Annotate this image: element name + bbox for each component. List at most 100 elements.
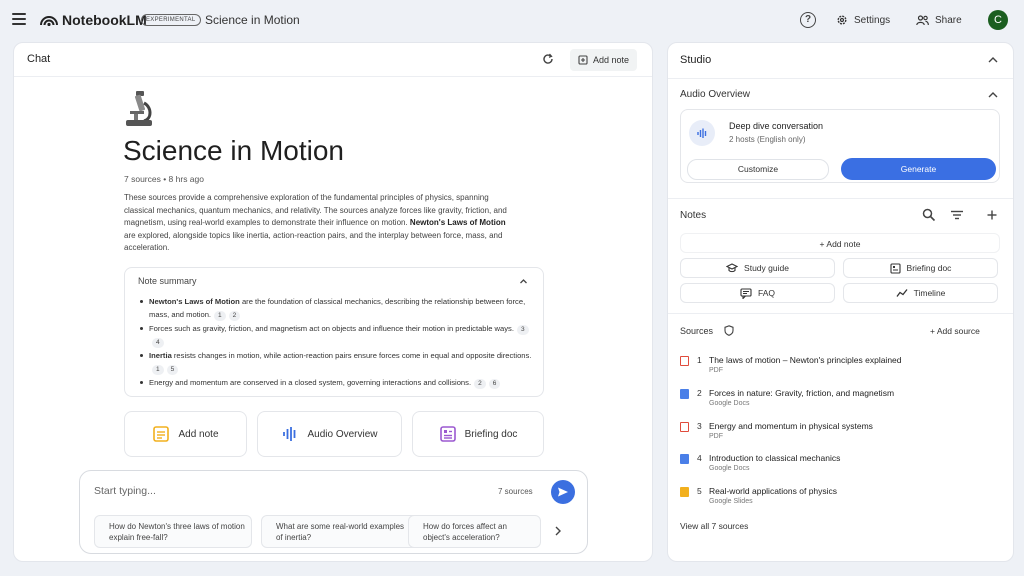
chevron-up-icon[interactable]: [519, 277, 528, 286]
audio-wave-icon: [283, 427, 296, 441]
gear-icon: [837, 15, 847, 25]
chevron-up-icon[interactable]: [988, 91, 998, 98]
note-add-icon: [578, 55, 588, 65]
source-type: PDF: [709, 367, 723, 374]
source-number: 5: [697, 486, 702, 496]
briefing-doc-label: Briefing doc: [906, 263, 952, 273]
experimental-badge: EXPERIMENTAL: [141, 14, 201, 26]
audio-overview-name: Deep dive conversation: [729, 121, 824, 131]
summary-item: Forces such as gravity, friction, and ma…: [140, 322, 534, 348]
source-number: 3: [697, 421, 702, 431]
citation-chip[interactable]: 4: [152, 338, 164, 348]
citation-chip[interactable]: 1: [152, 365, 164, 375]
audio-overview-card[interactable]: Audio Overview: [257, 411, 402, 457]
citation-chip[interactable]: 5: [166, 365, 179, 375]
notebook-description: These sources provide a comprehensive ex…: [124, 192, 519, 255]
divider: [668, 198, 1013, 199]
source-type: Google Slides: [709, 498, 753, 505]
chat-panel: Chat Add note Science in Motion 7 source…: [13, 42, 653, 562]
chevron-right-icon[interactable]: [554, 526, 562, 536]
note-summary-title: Note summary: [138, 276, 197, 286]
send-button[interactable]: [551, 480, 575, 504]
audio-wave-icon: [697, 128, 707, 138]
app-name: NotebookLM: [62, 12, 147, 28]
source-item[interactable]: 2 Forces in nature: Gravity, friction, a…: [680, 388, 1000, 416]
filter-icon[interactable]: [950, 208, 964, 222]
add-note-card-label: Add note: [178, 428, 219, 440]
add-note-card[interactable]: Add note: [124, 411, 247, 457]
citation-chip[interactable]: 3: [516, 325, 529, 335]
source-item[interactable]: 4 Introduction to classical mechanics Go…: [680, 453, 1000, 481]
google-docs-icon: [680, 454, 689, 464]
add-note-button[interactable]: + Add note: [680, 233, 1000, 253]
google-docs-icon: [680, 389, 689, 399]
briefing-doc-card-label: Briefing doc: [464, 428, 518, 440]
share-label: Share: [935, 14, 962, 26]
settings-button[interactable]: Settings: [830, 9, 896, 31]
briefing-doc-button[interactable]: Briefing doc: [843, 258, 998, 278]
add-note-header-button[interactable]: Add note: [570, 49, 638, 71]
source-item[interactable]: 1 The laws of motion – Newton's principl…: [680, 355, 1000, 383]
briefing-doc-card[interactable]: Briefing doc: [412, 411, 544, 457]
search-icon[interactable]: [922, 208, 936, 222]
description-bold: Newton's Laws of Motion: [409, 218, 506, 227]
studio-panel: Studio Audio Overview Deep dive conversa…: [667, 42, 1014, 562]
source-item[interactable]: 3 Energy and momentum in physical system…: [680, 421, 1000, 449]
view-all-sources-link[interactable]: View all 7 sources: [680, 521, 748, 531]
top-bar: NotebookLM EXPERIMENTAL Science in Motio…: [0, 0, 1024, 40]
source-number: 1: [697, 355, 702, 365]
share-button[interactable]: Share: [910, 9, 968, 31]
suggestion-chip[interactable]: How do Newton's three laws of motion exp…: [94, 515, 252, 548]
source-name: Forces in nature: Gravity, friction, and…: [709, 388, 895, 398]
avatar[interactable]: C: [988, 10, 1008, 30]
add-note-header-label: Add note: [593, 55, 630, 65]
timeline-button[interactable]: Timeline: [843, 283, 998, 303]
add-source-button[interactable]: + Add source: [930, 326, 980, 336]
citation-chip[interactable]: 6: [488, 379, 501, 389]
source-type: Google Docs: [709, 465, 750, 472]
summary-item: Inertia resists changes in motion, while…: [140, 349, 534, 375]
pdf-icon: [680, 422, 689, 432]
chat-input-box: 7 sources How do Newton's three laws of …: [79, 470, 588, 554]
pdf-icon: [680, 356, 689, 366]
shield-icon[interactable]: [724, 325, 734, 336]
source-name: Energy and momentum in physical systems: [709, 421, 873, 431]
audio-overview-icon-wrap: [689, 120, 715, 146]
notebook-title[interactable]: Science in Motion: [205, 13, 300, 27]
help-icon[interactable]: ?: [800, 12, 816, 28]
note-icon: [153, 426, 170, 442]
summary-item-bold: Newton's Laws of Motion: [149, 297, 240, 306]
source-count: 7 sources: [498, 487, 533, 496]
summary-item-text: resists changes in motion, while action-…: [171, 351, 532, 360]
citation-chip[interactable]: 1: [214, 311, 226, 321]
summary-item-bold: Inertia: [149, 351, 172, 360]
divider: [668, 313, 1013, 314]
source-item[interactable]: 5 Real-world applications of physics Goo…: [680, 486, 1000, 514]
citation-chip[interactable]: 2: [228, 311, 241, 321]
suggestion-chip[interactable]: What are some real-world examples of ine…: [261, 515, 419, 548]
sources-title: Sources: [680, 326, 714, 336]
summary-list: Newton's Laws of Motion are the foundati…: [140, 295, 534, 390]
generate-button[interactable]: Generate: [841, 158, 996, 180]
people-icon: [916, 14, 929, 25]
add-icon[interactable]: [985, 208, 999, 222]
study-guide-button[interactable]: Study guide: [680, 258, 835, 278]
summary-item-text: Energy and momentum are conserved in a c…: [149, 378, 472, 387]
chat-input[interactable]: [94, 481, 474, 501]
google-slides-icon: [680, 487, 689, 497]
faq-button[interactable]: FAQ: [680, 283, 835, 303]
notebook-meta: 7 sources • 8 hrs ago: [124, 174, 204, 184]
faq-label: FAQ: [757, 288, 775, 298]
note-summary: Note summary Newton's Laws of Motion are…: [124, 267, 544, 397]
customize-button[interactable]: Customize: [687, 159, 829, 180]
menu-icon[interactable]: [12, 13, 26, 25]
source-number: 4: [697, 453, 702, 463]
chevron-up-icon[interactable]: [988, 56, 998, 63]
source-type: PDF: [709, 433, 723, 440]
refresh-icon[interactable]: [542, 53, 554, 65]
timeline-label: Timeline: [913, 288, 946, 298]
source-name: The laws of motion – Newton's principles…: [709, 355, 902, 365]
citation-chip[interactable]: 2: [474, 379, 486, 389]
notes-title: Notes: [680, 210, 707, 221]
suggestion-chip[interactable]: How do forces affect an object's acceler…: [408, 515, 541, 548]
